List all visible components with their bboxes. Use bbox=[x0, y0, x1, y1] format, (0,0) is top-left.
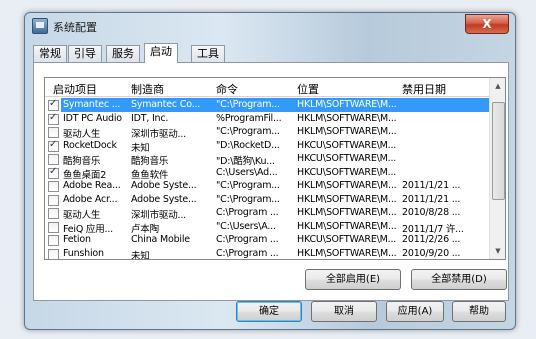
manufacturer-cell: China Mobile bbox=[131, 234, 190, 245]
manufacturer-cell: IDT, Inc. bbox=[131, 112, 169, 124]
command-cell: "D:\RocketD... bbox=[216, 139, 280, 151]
location-cell: HKCU\SOFTWARE\M... bbox=[297, 139, 397, 151]
close-button[interactable]: X bbox=[465, 14, 509, 34]
checkbox-icon[interactable] bbox=[48, 181, 59, 192]
tab-strip: 常规 引导 服务 启动 工具 bbox=[33, 43, 503, 63]
checkbox-icon[interactable] bbox=[48, 235, 59, 246]
help-button[interactable]: 帮助 bbox=[452, 301, 506, 322]
command-cell: C:\Users\Ad... bbox=[216, 166, 278, 178]
column-header-command[interactable]: 命令 bbox=[216, 81, 238, 97]
table-row[interactable]: Adobe Rea... Adobe Syste... "C:\Program...… bbox=[45, 179, 489, 193]
table-row[interactable]: Fetion China Mobile C:\Program ... HKCU\SOF… bbox=[45, 233, 489, 247]
startup-item-name: Funshion bbox=[63, 247, 104, 259]
tab-tools[interactable]: 工具 bbox=[191, 45, 225, 62]
startup-panel: 启动项目 制造商 命令 位置 禁用日期 Symantec ...Symantec… bbox=[33, 62, 509, 301]
disabled-date-cell: 2011/1/21 ... bbox=[402, 193, 461, 205]
app-icon bbox=[32, 18, 48, 34]
disabled-date-cell: 2011/2/26 ... bbox=[402, 234, 461, 245]
title-bar[interactable]: 系统配置 X bbox=[25, 13, 515, 39]
ok-button[interactable]: 确定 bbox=[236, 301, 302, 322]
checkbox-icon[interactable] bbox=[48, 154, 59, 165]
column-header-disabled-date[interactable]: 禁用日期 bbox=[402, 81, 446, 97]
scrollbar-thumb[interactable] bbox=[492, 102, 505, 200]
startup-item-name: Adobe Acr... bbox=[63, 193, 118, 205]
command-cell: C:\Program ... bbox=[216, 247, 279, 259]
command-cell: C:\Program ... bbox=[216, 234, 279, 245]
checkbox-icon[interactable] bbox=[48, 127, 59, 138]
table-row[interactable]: Adobe Acr... Adobe Syste... "C:\Program...… bbox=[45, 193, 489, 207]
manufacturer-cell: 未知 bbox=[131, 250, 150, 260]
apply-button[interactable]: 应用(A) bbox=[386, 301, 444, 322]
startup-item-name: IDT PC Audio bbox=[63, 112, 122, 124]
disable-all-button[interactable]: 全部禁用(D) bbox=[411, 269, 507, 290]
location-cell: HKLM\SOFTWARE\M... bbox=[297, 180, 397, 191]
manufacturer-cell: Symantec Co... bbox=[131, 99, 201, 110]
command-cell: "C:\Program... bbox=[216, 126, 280, 137]
command-cell: "C:\Program... bbox=[216, 180, 280, 191]
manufacturer-cell: Adobe Syste... bbox=[131, 180, 197, 191]
startup-list[interactable]: 启动项目 制造商 命令 位置 禁用日期 Symantec ...Symantec… bbox=[44, 77, 506, 260]
location-cell: HKLM\SOFTWARE\M... bbox=[297, 247, 397, 259]
command-cell: %ProgramFil... bbox=[216, 112, 282, 124]
manufacturer-cell: Adobe Syste... bbox=[131, 193, 197, 205]
scroll-up-icon[interactable]: ▲ bbox=[490, 78, 505, 94]
list-header: 启动项目 制造商 命令 位置 禁用日期 bbox=[45, 78, 489, 97]
command-cell: "C:\Program... bbox=[216, 193, 280, 205]
vertical-scrollbar[interactable]: ▲ ▼ bbox=[489, 78, 505, 259]
checkbox-icon[interactable] bbox=[48, 248, 59, 259]
tab-general[interactable]: 常规 bbox=[33, 45, 67, 62]
location-cell: HKLM\SOFTWARE\M... bbox=[297, 207, 397, 218]
startup-item-name: Fetion bbox=[63, 234, 91, 245]
location-cell: HKLM\SOFTWARE\M... bbox=[297, 99, 397, 110]
table-row[interactable]: 驱动人生 深圳市驱动... C:\Program ... HKLM\SOFTWARE\… bbox=[45, 206, 489, 221]
startup-item-name: Adobe Rea... bbox=[63, 180, 121, 191]
location-cell: HKLM\SOFTWARE\M... bbox=[297, 193, 397, 205]
table-row[interactable]: IDT PC Audio IDT, Inc. %ProgramFil... HKLM\… bbox=[45, 112, 489, 126]
table-row[interactable]: 驱动人生 深圳市驱动... "C:\Program... HKLM\SOFTWARE\… bbox=[45, 125, 489, 140]
tab-startup[interactable]: 启动 bbox=[144, 43, 178, 63]
location-cell: HKCU\SOFTWARE\M... bbox=[297, 166, 397, 178]
command-cell: C:\Program ... bbox=[216, 207, 279, 218]
window-title: 系统配置 bbox=[53, 21, 97, 34]
startup-item-name: RocketDock bbox=[63, 139, 117, 151]
checkbox-icon[interactable] bbox=[48, 194, 59, 206]
disabled-date-cell: 2010/9/20 ... bbox=[402, 247, 461, 259]
location-cell: HKLM\SOFTWARE\M... bbox=[297, 220, 397, 232]
checkbox-icon[interactable] bbox=[48, 221, 59, 233]
tab-boot[interactable]: 引导 bbox=[68, 45, 102, 62]
table-row[interactable]: Symantec ... Symantec Co... "C:\Program...… bbox=[45, 98, 489, 112]
system-config-window: 系统配置 X 常规 引导 服务 启动 工具 启动项目 制造商 命令 位置 禁用日… bbox=[24, 12, 516, 330]
disabled-date-cell: 2010/8/28 ... bbox=[402, 207, 461, 218]
scroll-down-icon[interactable]: ▼ bbox=[490, 243, 505, 259]
table-row[interactable]: FeiQ 应用... 卢本陶 "C:\Users\A... HKLM\SOFTWARE… bbox=[45, 220, 489, 235]
command-cell: "C:\Program... bbox=[216, 99, 280, 110]
column-header-manufacturer[interactable]: 制造商 bbox=[131, 81, 164, 97]
table-row[interactable]: 酷狗音乐 酷狗音乐 "D:\酷狗\Ku... HKCU\SOFTWARE\M... bbox=[45, 152, 489, 167]
checkbox-icon[interactable] bbox=[48, 208, 59, 219]
checkbox-icon[interactable] bbox=[48, 112, 59, 125]
startup-item-name: Symantec ... bbox=[63, 99, 121, 110]
disabled-date-cell: 2011/1/21 ... bbox=[402, 180, 461, 191]
location-cell: HKLM\SOFTWARE\M... bbox=[297, 126, 397, 137]
location-cell: HKLM\SOFTWARE\M... bbox=[297, 112, 397, 124]
table-row[interactable]: Funshion 未知 C:\Program ... HKLM\SOFTWARE\M.… bbox=[45, 247, 489, 260]
command-cell: "C:\Users\A... bbox=[216, 220, 276, 232]
column-header-startup-item[interactable]: 启动项目 bbox=[53, 81, 97, 97]
table-row[interactable]: RocketDock未知"D:\RocketD...HKCU\SOFTWARE\… bbox=[45, 139, 489, 154]
checkbox-icon[interactable] bbox=[48, 98, 59, 111]
tab-services[interactable]: 服务 bbox=[106, 45, 140, 62]
checkbox-icon[interactable] bbox=[48, 139, 59, 152]
location-cell: HKCU\SOFTWARE\M... bbox=[297, 234, 397, 245]
column-header-location[interactable]: 位置 bbox=[297, 81, 319, 97]
enable-all-button[interactable]: 全部启用(E) bbox=[305, 269, 401, 290]
checkbox-icon[interactable] bbox=[48, 166, 59, 179]
location-cell: HKCU\SOFTWARE\M... bbox=[297, 153, 397, 164]
cancel-button[interactable]: 取消 bbox=[311, 301, 377, 322]
table-row[interactable]: 鱼鱼桌面2鱼鱼软件C:\Users\Ad...HKCU\SOFTWARE\M..… bbox=[45, 166, 489, 181]
